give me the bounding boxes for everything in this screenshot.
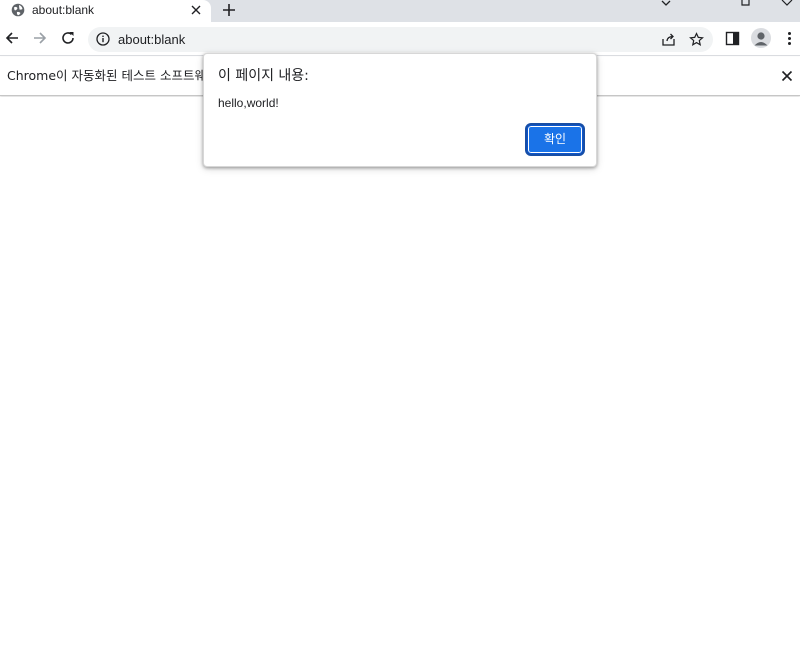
infobar-message: Chrome이 자동화된 테스트 소프트웨어 [7, 68, 218, 83]
ok-button[interactable]: 확인 [527, 125, 583, 154]
tab-close-icon[interactable] [190, 4, 202, 16]
alert-dialog: 이 페이지 내용: hello,world! 확인 [203, 53, 597, 167]
address-bar[interactable]: about:blank [88, 27, 713, 52]
share-icon[interactable] [661, 32, 676, 47]
restore-window-icon[interactable] [739, 0, 753, 10]
tab-title: about:blank [32, 3, 95, 17]
infobar-close-icon[interactable] [781, 70, 793, 82]
back-arrow-icon[interactable] [4, 30, 20, 46]
dialog-title: 이 페이지 내용: [218, 68, 309, 84]
tab-strip: about:blank [0, 0, 800, 22]
tab-search-chevron-icon[interactable] [659, 0, 673, 10]
tab-about-blank[interactable]: about:blank [0, 0, 211, 22]
profile-avatar[interactable] [751, 28, 771, 48]
dialog-message: hello,world! [218, 96, 279, 110]
globe-icon [11, 3, 25, 17]
browser-toolbar: about:blank [0, 22, 800, 56]
new-tab-plus-icon[interactable] [221, 2, 237, 18]
reload-icon[interactable] [60, 30, 76, 46]
bookmark-star-icon[interactable] [689, 32, 704, 47]
close-window-icon[interactable] [780, 0, 794, 10]
page-content [0, 97, 800, 660]
side-panel-icon[interactable] [725, 31, 740, 46]
forward-arrow-icon[interactable] [32, 30, 48, 46]
person-icon [754, 32, 768, 46]
site-info-icon[interactable] [96, 32, 110, 46]
address-url: about:blank [118, 32, 186, 47]
more-menu-icon[interactable] [782, 31, 797, 46]
